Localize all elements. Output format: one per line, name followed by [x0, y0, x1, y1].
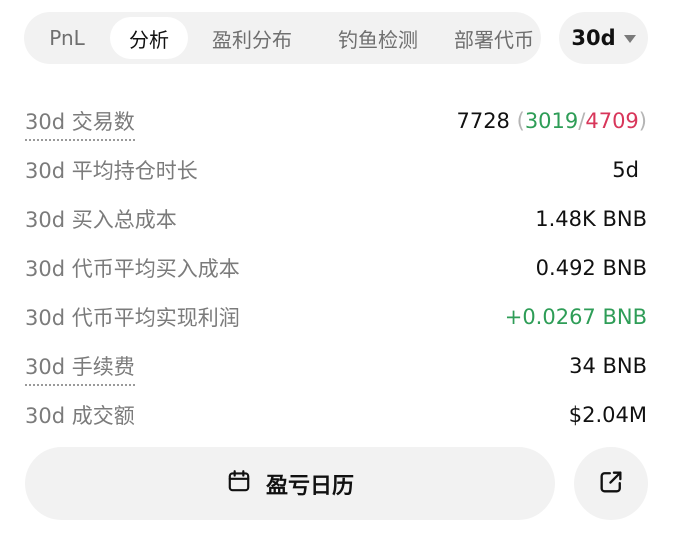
time-range-select[interactable]: 30d	[559, 12, 648, 64]
stat-row-avg-realized-profit: 30d 代币平均实现利润 +0.0267 BNB	[25, 292, 647, 341]
pnl-calendar-button[interactable]: 盈亏日历	[25, 447, 555, 520]
stat-row-trades: 30d 交易数 7728 (3019/4709)	[25, 96, 647, 145]
trades-label[interactable]: 30d 交易数	[25, 106, 135, 141]
trades-value: 7728 (3019/4709)	[456, 109, 647, 133]
volume-label: 30d 成交额	[25, 403, 135, 428]
stat-row-total-cost: 30d 买入总成本 1.48K BNB	[25, 194, 647, 243]
trades-total: 7728	[456, 108, 510, 133]
share-icon	[597, 468, 625, 500]
share-button[interactable]	[574, 447, 648, 520]
total-cost-value: 1.48K BNB	[535, 206, 647, 231]
avg-hold-label: 30d 平均持仓时长	[25, 158, 198, 183]
time-range-value: 30d	[571, 26, 616, 50]
trades-wins: 3019	[524, 108, 579, 133]
stats-list: 30d 交易数 7728 (3019/4709) 30d 平均持仓时长 5d 3…	[25, 96, 647, 439]
tab-profit-distribution[interactable]: 盈利分布	[200, 17, 304, 59]
calendar-icon	[226, 468, 252, 500]
fees-label[interactable]: 30d 手续费	[25, 351, 135, 386]
stat-row-volume: 30d 成交额 $2.04M	[25, 390, 647, 439]
avg-token-cost-label: 30d 代币平均买入成本	[25, 256, 240, 281]
chevron-down-icon	[623, 35, 636, 43]
tab-phishing-detection[interactable]: 钓鱼检测	[326, 17, 430, 59]
stat-row-fees: 30d 手续费 34 BNB	[25, 341, 647, 390]
wallet-analysis-panel: PnL 分析 盈利分布 钓鱼检测 部署代币 30d 30d 交易数 7728 (…	[0, 0, 680, 539]
tab-deployed-tokens[interactable]: 部署代币	[454, 17, 541, 59]
trades-open-paren: (	[516, 108, 525, 133]
tab-pnl[interactable]: PnL	[32, 17, 102, 59]
avg-realized-profit-label: 30d 代币平均实现利润	[25, 305, 240, 330]
total-cost-label: 30d 买入总成本	[25, 207, 177, 232]
avg-token-cost-value: 0.492 BNB	[535, 255, 647, 280]
pnl-calendar-label: 盈亏日历	[265, 473, 354, 499]
avg-hold-value: 5d	[612, 157, 639, 182]
trades-losses: 4709	[585, 108, 639, 133]
tab-analysis[interactable]: 分析	[110, 17, 188, 59]
volume-value: $2.04M	[568, 402, 647, 427]
tab-bar: PnL 分析 盈利分布 钓鱼检测 部署代币	[24, 12, 541, 64]
avg-realized-profit-value: +0.0267 BNB	[504, 304, 647, 329]
stat-row-avg-token-cost: 30d 代币平均买入成本 0.492 BNB	[25, 243, 647, 292]
stat-row-avg-hold: 30d 平均持仓时长 5d	[25, 145, 647, 194]
fees-value: 34 BNB	[569, 353, 647, 378]
trades-close-paren: )	[638, 108, 647, 133]
